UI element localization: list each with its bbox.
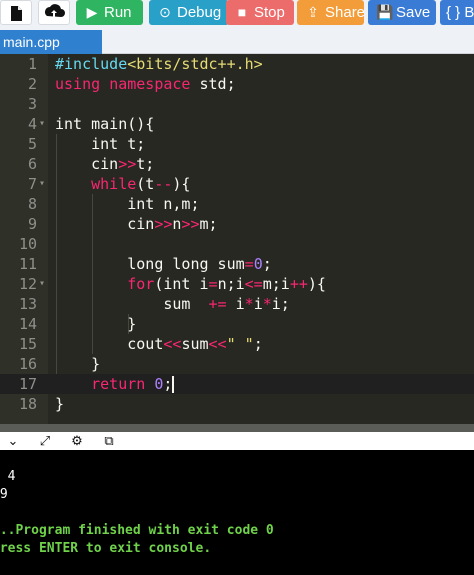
- tab-bar: main.cpp: [0, 26, 474, 54]
- enter-prompt: Press ENTER to exit console.: [0, 541, 212, 556]
- code-line: 12 ▾ for(int i=n;i<=m;i++){: [18, 274, 326, 294]
- run-button[interactable]: ▶ Run: [76, 0, 143, 25]
- debug-button[interactable]: ⊙ Debug: [149, 0, 229, 25]
- stop-icon: ■: [237, 4, 247, 20]
- code-line: 10: [18, 235, 37, 253]
- code-line: 11 long long sum=0;: [18, 255, 272, 273]
- console-line: 2 4: [7, 469, 16, 484]
- code-line: 16 }: [18, 355, 101, 373]
- code-line: 7 ▾ while(t--){: [27, 174, 191, 194]
- copy-icon[interactable]: ⧉: [100, 432, 118, 450]
- console-toolbar: ⌄ ⤢ ⚙ ⧉: [0, 432, 474, 450]
- new-file-button[interactable]: [0, 0, 32, 25]
- beautify-button[interactable]: { } B: [440, 0, 474, 25]
- share-icon: ⇪: [307, 4, 319, 20]
- code-editor[interactable]: 1 #include<bits/stdc++.h> 2 using namesp…: [0, 54, 474, 424]
- console-output[interactable]: 1 2 4 99 ...Program finished with exit c…: [0, 450, 474, 575]
- stop-button[interactable]: ■ Stop: [226, 0, 294, 25]
- code-line: 6 cin>>t;: [27, 155, 155, 173]
- share-button[interactable]: ⇪ Share: [297, 0, 364, 25]
- exit-message: ...Program finished with exit code 0: [0, 523, 274, 538]
- file-icon: [11, 6, 22, 21]
- chevron-down-icon[interactable]: ⌄: [4, 432, 22, 450]
- debug-icon: ⊙: [159, 4, 171, 20]
- code-line: 15 cout<<sum<<" ";: [18, 335, 263, 353]
- code-line: 2 using namespace std;: [27, 75, 236, 93]
- console-line: 99: [0, 487, 8, 502]
- code-line-active: 17 return 0;: [0, 374, 474, 394]
- code-line: 8 int n,m;: [27, 195, 200, 213]
- editor-resize-strip[interactable]: [0, 424, 474, 432]
- code-line: 13 sum += i*i*i;: [18, 295, 290, 313]
- code-line: 1 #include<bits/stdc++.h>: [27, 55, 263, 73]
- upload-button[interactable]: [38, 0, 70, 25]
- upload-icon: [45, 4, 65, 18]
- code-line: 4 ▾ int main(){: [27, 114, 155, 134]
- fold-chevron-icon[interactable]: ▾: [39, 174, 45, 194]
- save-button[interactable]: 💾 Save: [368, 0, 436, 25]
- play-icon: ▶: [86, 4, 98, 20]
- save-icon: 💾: [376, 4, 394, 20]
- toolbar: ▶ Run ⊙ Debug ■ Stop ⇪ Share 💾 Save { } B: [0, 0, 474, 26]
- gear-icon[interactable]: ⚙: [68, 432, 86, 450]
- code-line: 14 }: [18, 315, 137, 333]
- code-line: 5 int t;: [27, 135, 146, 153]
- expand-icon[interactable]: ⤢: [36, 432, 54, 450]
- text-cursor: [172, 376, 175, 393]
- code-line: 18 }: [18, 395, 65, 413]
- code-line: 9 cin>>n>>m;: [27, 215, 218, 233]
- code-line: 3: [27, 95, 37, 113]
- fold-chevron-icon[interactable]: ▾: [39, 114, 45, 134]
- fold-chevron-icon[interactable]: ▾: [39, 274, 45, 294]
- tab-main-cpp[interactable]: main.cpp: [0, 30, 102, 54]
